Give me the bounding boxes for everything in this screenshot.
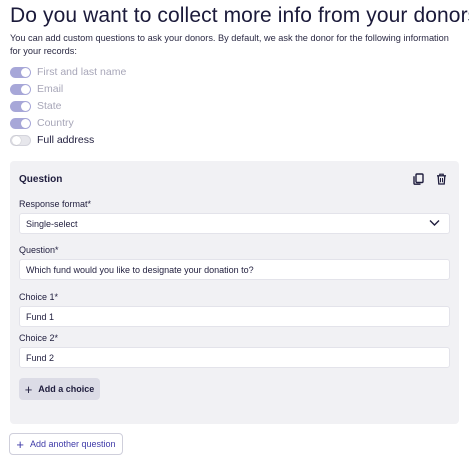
page-description: You can add custom questions to ask your…: [10, 33, 449, 56]
toggle-label-name: First and last name: [37, 66, 127, 78]
toggle-row-email: Email: [10, 82, 63, 96]
toggle-state[interactable]: [10, 100, 31, 112]
response-format-select[interactable]: Single-select: [19, 213, 450, 234]
choice-2-label: Choice 2*: [19, 333, 59, 343]
choice-1-label: Choice 1*: [19, 292, 59, 302]
toggle-email[interactable]: [10, 83, 31, 95]
choice-2-value: Fund 2: [26, 352, 55, 363]
toggle-row-state: State: [10, 99, 62, 113]
chevron-down-icon: [429, 219, 440, 229]
toggle-label-email: Email: [37, 83, 64, 95]
toggle-row-country: Country: [10, 116, 74, 130]
add-another-question-label: Add another question: [30, 439, 116, 449]
toggle-country[interactable]: [10, 117, 31, 129]
response-format-label: Response format*: [19, 199, 92, 209]
choice-2-input[interactable]: Fund 2: [19, 347, 450, 368]
question-input-value: Which fund would you like to designate y…: [26, 264, 254, 275]
add-choice-label: Add a choice: [38, 384, 95, 394]
toggle-label-full-address: Full address: [37, 134, 95, 146]
response-format-value: Single-select: [26, 218, 78, 229]
toggle-row-full-address: Full address: [10, 133, 94, 147]
copy-icon[interactable]: [411, 172, 425, 186]
plus-icon: +: [16, 436, 24, 452]
toggle-knob: [21, 118, 30, 128]
question-card: Question Response format* Single-select …: [10, 161, 459, 424]
toggle-name[interactable]: [10, 66, 31, 78]
choice-1-value: Fund 1: [26, 311, 55, 322]
toggle-knob: [21, 84, 30, 94]
question-card-title: Question: [19, 174, 63, 185]
page-title: Do you want to collect more info from yo…: [10, 4, 469, 27]
toggle-knob: [21, 101, 30, 111]
trash-icon[interactable]: [434, 172, 448, 186]
toggle-row-name: First and last name: [10, 65, 126, 79]
question-label: Question*: [19, 245, 59, 255]
choice-1-input[interactable]: Fund 1: [19, 306, 450, 327]
toggle-knob: [12, 135, 21, 145]
plus-icon: +: [24, 381, 33, 397]
add-another-question-button[interactable]: + Add another question: [9, 433, 123, 455]
add-choice-button[interactable]: + Add a choice: [19, 378, 100, 400]
toggle-label-country: Country: [37, 117, 74, 129]
question-input[interactable]: Which fund would you like to designate y…: [19, 259, 450, 280]
toggle-full-address[interactable]: [10, 134, 31, 146]
toggle-knob: [21, 67, 30, 77]
toggle-label-state: State: [37, 100, 62, 112]
